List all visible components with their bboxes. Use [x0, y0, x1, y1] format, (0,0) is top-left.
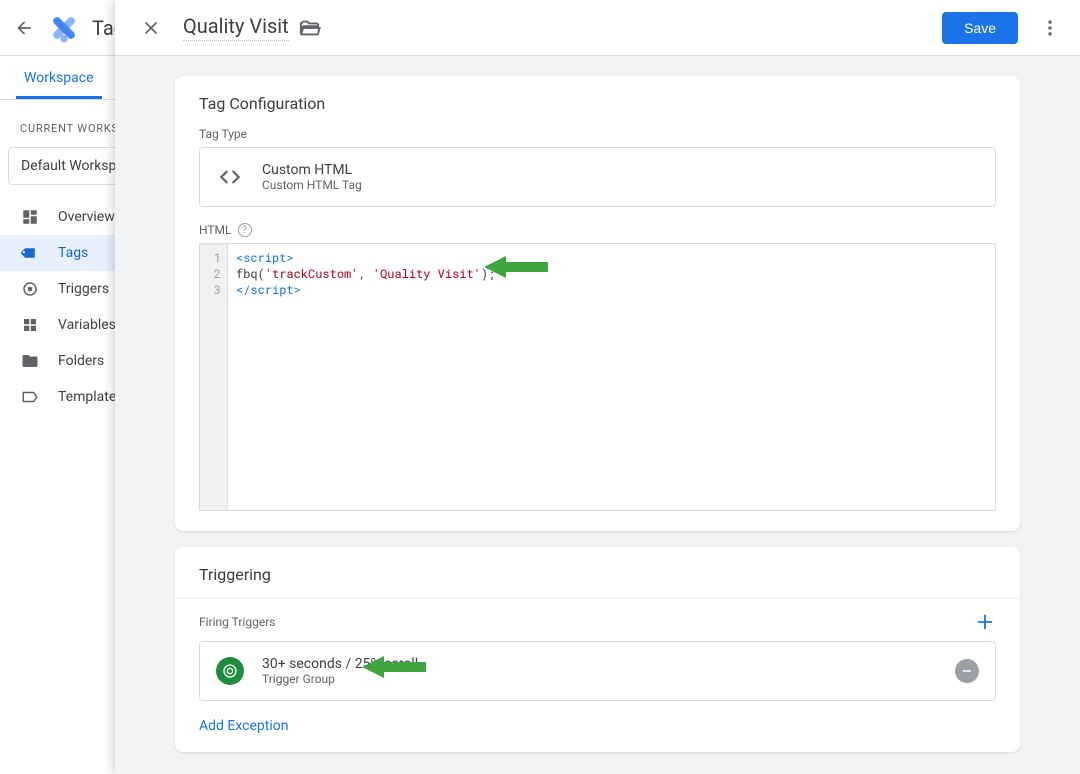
card-title: Tag Configuration: [175, 76, 1020, 127]
tag-name-input[interactable]: Quality Visit: [183, 14, 289, 41]
nav-label: Overview: [58, 209, 115, 225]
target-icon: [20, 280, 40, 298]
trigger-type: Trigger Group: [262, 672, 418, 686]
help-icon[interactable]: ?: [238, 223, 252, 237]
folder-open-icon[interactable]: [299, 17, 321, 39]
html-field-label: HTML: [199, 223, 232, 237]
tag-type-subtitle: Custom HTML Tag: [262, 178, 362, 192]
slideover-header: Quality Visit Save: [115, 0, 1080, 56]
tag-type-label: Tag Type: [175, 127, 1020, 147]
add-exception-link[interactable]: Add Exception: [175, 718, 312, 752]
tag-type-selector[interactable]: Custom HTML Custom HTML Tag: [199, 147, 996, 207]
template-icon: [20, 388, 40, 406]
firing-trigger-row[interactable]: 30+ seconds / 25% scroll Trigger Group: [199, 641, 996, 701]
triggering-card: Triggering Firing Triggers 30+ seconds /…: [175, 547, 1020, 752]
nav-label: Templates: [58, 389, 124, 405]
tab-workspace[interactable]: Workspace: [16, 70, 102, 99]
trigger-group-icon: [216, 657, 244, 685]
gtm-logo-icon: [48, 12, 80, 44]
back-arrow-icon[interactable]: [12, 16, 36, 40]
code-brackets-icon: [216, 163, 244, 191]
code-content[interactable]: <script> fbq('trackCustom', 'Quality Vis…: [228, 244, 995, 510]
more-menu-icon[interactable]: [1032, 10, 1068, 46]
boxes-icon: [20, 316, 40, 334]
nav-label: Triggers: [58, 281, 109, 297]
trigger-name: 30+ seconds / 25% scroll: [262, 656, 418, 672]
remove-trigger-button[interactable]: [955, 659, 979, 683]
nav-label: Variables: [58, 317, 116, 333]
nav-label: Folders: [58, 353, 104, 369]
html-code-editor[interactable]: 1 2 3 <script> fbq('trackCustom', 'Quali…: [199, 243, 996, 511]
tag-editor-slideover: Quality Visit Save Tag Configuration Tag…: [115, 0, 1080, 774]
tag-type-name: Custom HTML: [262, 162, 362, 178]
tag-configuration-card: Tag Configuration Tag Type Custom HTML C…: [175, 76, 1020, 531]
nav-label: Tags: [58, 245, 88, 261]
close-icon[interactable]: [133, 10, 169, 46]
dashboard-icon: [20, 208, 40, 226]
add-trigger-button[interactable]: [974, 611, 996, 633]
code-gutter: 1 2 3: [200, 244, 228, 510]
folder-icon: [20, 352, 40, 370]
save-button[interactable]: Save: [942, 12, 1018, 44]
firing-triggers-label: Firing Triggers: [199, 615, 275, 629]
card-title: Triggering: [175, 547, 1020, 598]
tag-icon: [20, 244, 40, 262]
